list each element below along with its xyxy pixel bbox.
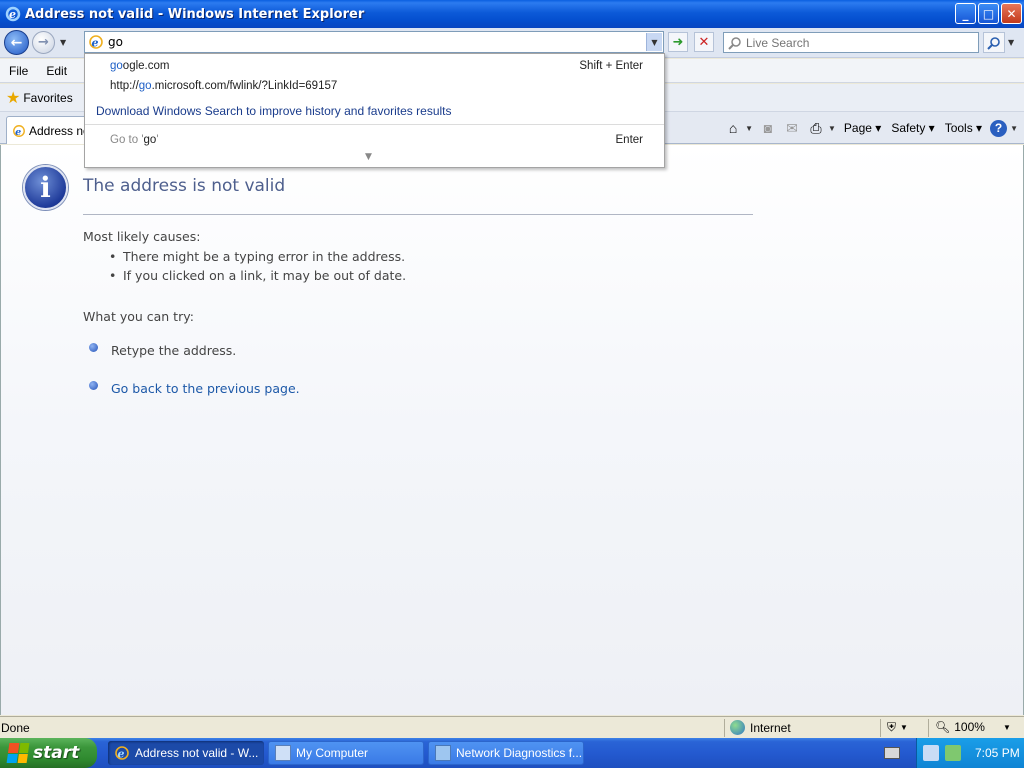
causes-heading: Most likely causes: — [83, 229, 201, 244]
security-zone[interactable]: Internet — [730, 720, 791, 735]
svg-text:e: e — [118, 748, 125, 761]
cause-item: • If you clicked on a link, it may be out… — [109, 268, 407, 283]
svg-text:e: e — [9, 8, 16, 21]
safety-menu-button[interactable]: Safety ▾ — [889, 121, 936, 135]
print-icon[interactable]: ⎙ — [807, 119, 825, 137]
keyboard-icon[interactable] — [884, 747, 900, 759]
stop-button[interactable]: ✕ — [694, 32, 714, 52]
page-menu-label: Page — [843, 121, 872, 135]
page-content: i The address is not valid Most likely c… — [0, 145, 1024, 715]
svg-text:e: e — [92, 37, 99, 50]
search-options-dropdown[interactable]: ▼ — [1008, 38, 1014, 47]
go-button[interactable]: ➜ — [668, 32, 688, 52]
address-dropdown-button[interactable]: ▼ — [646, 33, 662, 51]
help-icon[interactable]: ? — [990, 119, 1008, 137]
tray-security-icon[interactable] — [945, 745, 961, 761]
menu-edit[interactable]: Edit — [37, 64, 76, 78]
tools-menu-label: Tools — [944, 121, 973, 135]
goto-shortcut: Enter — [615, 134, 644, 146]
help-dropdown[interactable]: ▼ — [1010, 124, 1018, 133]
search-icon — [987, 36, 1000, 50]
ie-icon: e — [115, 746, 129, 761]
search-button[interactable] — [983, 32, 1005, 53]
tray-network-icon[interactable] — [923, 745, 939, 761]
network-icon — [435, 745, 451, 761]
cause-item: • There might be a typing error in the ad… — [109, 249, 406, 264]
forward-button[interactable]: → — [32, 31, 55, 54]
favorites-button[interactable]: ★ Favorites — [6, 88, 73, 108]
clock[interactable]: 7:05 PM — [975, 746, 1020, 760]
zoom-icon: 🔍︎ — [935, 720, 951, 734]
autocomplete-item[interactable]: google.com — [110, 60, 169, 72]
title-bar[interactable]: e Address not valid - Windows Internet E… — [0, 0, 1024, 28]
goto-item[interactable]: Go to 'go' — [110, 134, 159, 146]
try-heading: What you can try: — [83, 309, 194, 324]
page-menu-button[interactable]: Page ▾ — [842, 121, 883, 135]
info-icon: i — [23, 165, 68, 210]
menu-file[interactable]: File — [0, 64, 37, 78]
search-icon — [728, 36, 741, 50]
minimize-button[interactable]: _ — [955, 3, 976, 24]
ie-icon: e — [5, 6, 21, 22]
zoom-control[interactable]: 🔍︎ 100% ▼ — [935, 720, 1011, 734]
ie-icon: e — [13, 124, 25, 137]
start-label: start — [33, 743, 80, 763]
taskbar: start e Address not valid - W... My Comp… — [0, 738, 1024, 768]
print-dropdown[interactable]: ▼ — [828, 124, 836, 133]
close-button[interactable]: ✕ — [1001, 3, 1022, 24]
command-bar: ⌂ ▼ ◙ ✉ ⎙ ▼ Page ▾ Safety ▾ Tools ▾ ? ▼ — [724, 116, 1018, 140]
taskbar-item-label: Network Diagnostics f... — [456, 746, 583, 760]
address-autocomplete-dropdown: google.com Shift + Enter http://go.micro… — [84, 53, 665, 168]
taskbar-item-ie[interactable]: e Address not valid - W... — [108, 741, 264, 765]
address-input[interactable] — [108, 35, 628, 49]
back-button[interactable]: ← — [4, 30, 29, 55]
windows-flag-icon — [6, 743, 30, 763]
try-item-retype: Retype the address. — [89, 343, 236, 358]
safety-menu-label: Safety — [891, 121, 926, 135]
expand-chevron-icon[interactable]: ▼ — [365, 152, 372, 162]
system-tray: 7:05 PM — [916, 738, 1024, 768]
favorites-star-icon: ★ — [6, 89, 21, 107]
window-title: Address not valid - Windows Internet Exp… — [25, 6, 365, 22]
home-icon[interactable]: ⌂ — [724, 119, 742, 137]
zoom-level: 100% — [954, 720, 985, 734]
page-title: The address is not valid — [83, 176, 286, 196]
go-back-link[interactable]: Go back to the previous page. — [89, 381, 300, 396]
status-bar: Done Internet ⛨ ▼ 🔍︎ 100% ▼ — [0, 716, 1024, 738]
favorites-label: Favorites — [23, 90, 73, 105]
divider — [85, 124, 664, 125]
taskbar-item-label: Address not valid - W... — [135, 746, 259, 760]
divider — [83, 214, 753, 215]
taskbar-item-my-computer[interactable]: My Computer — [268, 741, 424, 765]
back-arrow-icon: ← — [10, 34, 23, 51]
protected-mode-indicator[interactable]: ⛨ ▼ — [887, 720, 908, 735]
zone-label: Internet — [750, 720, 791, 735]
taskbar-item-network-diagnostics[interactable]: Network Diagnostics f... — [428, 741, 584, 765]
taskbar-item-label: My Computer — [296, 746, 369, 760]
read-mail-icon[interactable]: ✉ — [783, 119, 801, 137]
address-bar[interactable]: e ▼ — [84, 31, 664, 53]
start-button[interactable]: start — [0, 738, 97, 768]
tools-menu-button[interactable]: Tools ▾ — [943, 121, 984, 135]
recent-pages-dropdown[interactable]: ▼ — [60, 38, 66, 47]
svg-text:e: e — [15, 126, 21, 137]
status-text: Done — [1, 720, 30, 735]
home-dropdown[interactable]: ▼ — [745, 124, 753, 133]
computer-icon — [275, 745, 291, 761]
maximize-button[interactable]: □ — [978, 3, 999, 24]
windows-search-link[interactable]: Download Windows Search to improve histo… — [96, 104, 452, 118]
bullet-icon — [89, 343, 98, 352]
forward-arrow-icon: → — [38, 35, 49, 50]
feeds-icon[interactable]: ◙ — [759, 119, 777, 137]
search-input[interactable] — [746, 35, 946, 50]
globe-icon — [730, 720, 745, 735]
ie-icon: e — [89, 35, 103, 50]
shield-icon: ⛨ — [887, 720, 897, 734]
bullet-icon — [89, 381, 98, 390]
autocomplete-shortcut: Shift + Enter — [579, 60, 643, 72]
search-box[interactable] — [723, 32, 979, 53]
autocomplete-item[interactable]: http://go.microsoft.com/fwlink/?LinkId=6… — [110, 80, 337, 92]
